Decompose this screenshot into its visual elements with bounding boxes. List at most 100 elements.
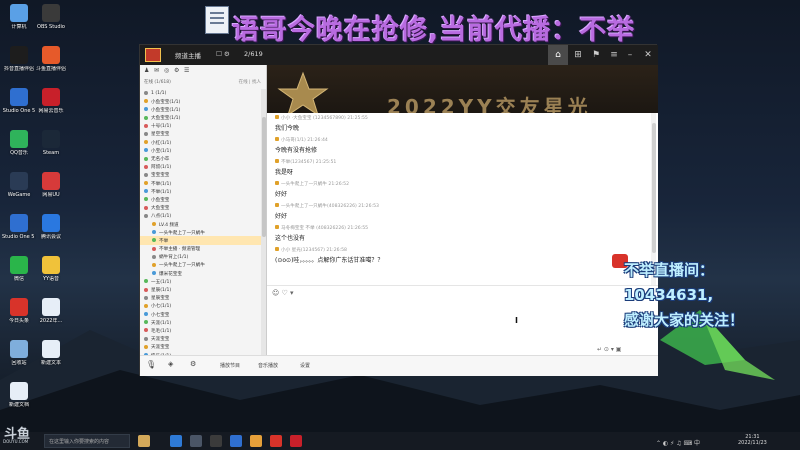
desktop-icon[interactable]: 抖音直播伴侣 [2, 46, 36, 72]
member-list-item[interactable]: 天涯宝宝 [140, 335, 261, 343]
bottom-item-program[interactable]: 播放节目 [220, 362, 240, 369]
member-list-item[interactable]: 大鱼宝宝 [140, 204, 261, 212]
sidebar-toolbar[interactable]: ♟ ✉ ◎ ⚙ ☰ [140, 65, 266, 77]
desktop-icon[interactable]: YY语音 [34, 256, 68, 282]
desktop-icon[interactable]: 回收站 [2, 340, 36, 366]
yy-app-window[interactable]: 频道主播 ☐ ⚙ 2/619 ⌂ ⊞ ⚑ ≡ – ✕ 2022YY交友星光 ♟ … [139, 44, 658, 376]
mic-icon[interactable]: 🎙 [146, 360, 156, 369]
member-list-item[interactable]: 十号(1/1) [140, 122, 261, 130]
chat-panel[interactable]: 小小 ·大鱼宝宝 (1234567890) 21:25:55 我们今晚 小马哥(1/… [267, 113, 658, 285]
message-sender[interactable]: 小小 ·大鱼宝宝 (1234567890) 21:25:55 [281, 116, 368, 121]
member-list-item[interactable]: 1 (1/1) [140, 89, 261, 97]
member-list-item[interactable]: 不举(1/1) [140, 187, 261, 195]
desktop-icon[interactable]: WeGame [2, 172, 36, 198]
channel-tools-icon[interactable]: ☐ ⚙ [216, 50, 230, 58]
taskbar-app-8-icon[interactable] [290, 435, 302, 447]
taskbar-app-6-icon[interactable] [250, 435, 262, 447]
chat-message[interactable]: 一头牛爬上了一只蜗牛 21:26:52 好好 [275, 181, 645, 198]
message-sender[interactable]: 一头牛爬上了一只蜗牛 21:26:52 [281, 182, 349, 187]
message-meta[interactable]: 不举(1234567) 21:25:51 [275, 159, 645, 165]
taskbar-app-3-icon[interactable] [190, 435, 202, 447]
chat-message[interactable]: 小小 星光(1234567) 21:26:58 (⊙o⊙)哇，。。。。点解你广东话… [275, 247, 645, 264]
sidebar-scrollbar[interactable] [261, 89, 266, 355]
taskbar-app-5-icon[interactable] [230, 435, 242, 447]
member-list-item[interactable]: 小七宝宝 [140, 310, 261, 318]
message-sender[interactable]: 一头牛爬上了一只蜗牛(408326226) 21:26:53 [281, 204, 379, 209]
desktop-icon[interactable]: 斗鱼直播伴侣 [34, 46, 68, 72]
taskbar-search[interactable]: 在这里输入你要搜索的内容 [44, 434, 130, 448]
desktop-icon[interactable]: 网易云音乐 [34, 88, 68, 114]
message-sender[interactable]: 小马哥(1/1) 21:26:44 [281, 138, 328, 143]
message-meta[interactable]: 小小 星光(1234567) 21:26:58 [275, 247, 645, 253]
member-list-item[interactable]: 一头牛爬上了一只蜗牛 [140, 261, 261, 269]
desktop-icon[interactable]: 计算机 [2, 4, 36, 30]
member-list-item[interactable]: 八点(1/1) [140, 212, 261, 220]
bottom-item-music[interactable]: 音乐播放 [258, 362, 278, 369]
member-list-item[interactable]: 小红(1/1) [140, 138, 261, 146]
member-list-item[interactable]: 小宝(1/1) [140, 146, 261, 154]
message-meta[interactable]: 小小 ·大鱼宝宝 (1234567890) 21:25:55 [275, 115, 645, 121]
member-list-item[interactable]: 天涯宝宝 [140, 343, 261, 351]
chat-message[interactable]: 一头牛爬上了一只蜗牛(408326226) 21:26:53 好好 [275, 203, 645, 220]
member-list-item[interactable]: 小鱼宝宝(1/1) [140, 105, 261, 113]
taskbar-app-2-icon[interactable] [170, 435, 182, 447]
member-list-item[interactable]: 毛毛(1/1) [140, 326, 261, 334]
desktop-icon[interactable]: Studio One 5 (64) [2, 214, 36, 240]
chat-message[interactable]: 不举(1234567) 21:25:51 我是呀 [275, 159, 645, 176]
message-sender[interactable]: 小小 星光(1234567) 21:26:58 [281, 248, 347, 253]
desktop-icon[interactable]: QQ音乐 [2, 130, 36, 156]
member-list-item[interactable]: 爆米花宝宝 [140, 269, 261, 277]
location-icon[interactable]: ◎ [164, 67, 169, 74]
member-list-item[interactable]: 宝宝宝宝 [140, 171, 261, 179]
close-button[interactable]: ✕ [638, 45, 658, 65]
member-list-item[interactable]: 星空宝宝 [140, 130, 261, 138]
member-list-item[interactable]: 天涯(1/1) [140, 318, 261, 326]
member-list-item[interactable]: 一五(1/1) [140, 277, 261, 285]
member-list-item[interactable]: 星辰(1/1) [140, 286, 261, 294]
member-list-item[interactable]: 星辰宝宝 [140, 294, 261, 302]
message-meta[interactable]: 一头牛爬上了一只蜗牛(408326226) 21:26:53 [275, 203, 645, 209]
member-sidebar[interactable]: ♟ ✉ ◎ ⚙ ☰ 在线 (1/618) 在线 | 找人 1 (1/1) 小鱼宝宝… [140, 65, 267, 355]
desktop-icon[interactable]: 网易UU [34, 172, 68, 198]
send-controls[interactable]: ↵ ⊙ ▾ ▣ [597, 346, 621, 353]
bottom-item-settings[interactable]: 设置 [300, 362, 310, 369]
find-user-link[interactable]: 在线 | 找人 [239, 79, 261, 85]
chat-message[interactable]: 小马哥(1/1) 21:26:44 今晚有没有抢修 [275, 137, 645, 154]
window-bottom-bar[interactable]: 🎙 ◈ ⚙ 播放节目 音乐播放 设置 [140, 355, 658, 376]
desktop-icon[interactable]: OBS Studio [34, 4, 68, 30]
member-list-item[interactable]: 不举 [140, 236, 261, 245]
member-list-item[interactable]: 蜗牛背上(1/1) [140, 253, 261, 261]
taskbar-app-1-icon[interactable] [138, 435, 150, 447]
gift-icon[interactable]: ⊞ [568, 45, 588, 65]
message-sender[interactable]: 马冬梅宝宝 不举 (408326226) 21:26:55 [281, 226, 368, 231]
member-list-item[interactable]: 一头牛爬上了一只蜗牛 [140, 228, 261, 236]
taskbar-app-4-icon[interactable] [210, 435, 222, 447]
minimize-button[interactable]: – [620, 45, 640, 65]
message-meta[interactable]: 小马哥(1/1) 21:26:44 [275, 137, 645, 143]
member-list-item[interactable]: LV.4 频道 [140, 220, 261, 228]
volume-icon[interactable]: ◈ [168, 360, 173, 368]
event-banner[interactable]: 2022YY交友星光 [267, 65, 658, 113]
desktop-icon[interactable]: 新建文档 [2, 382, 36, 408]
member-list-item[interactable]: 大鱼宝宝(1/1) [140, 114, 261, 122]
desktop-icon[interactable]: Steam [34, 130, 68, 156]
chat-message[interactable]: 马冬梅宝宝 不举 (408326226) 21:26:55 这个也没有 [275, 225, 645, 242]
user-icon[interactable]: ♟ [144, 67, 149, 74]
taskbar-app-7-icon[interactable] [270, 435, 282, 447]
desktop-icon[interactable]: 今日头条 [2, 298, 36, 324]
message-sender[interactable]: 不举(1234567) 21:25:51 [281, 160, 336, 165]
member-list-item[interactable]: 不举主播 · 频道管理 [140, 245, 261, 253]
message-meta[interactable]: 一头牛爬上了一只蜗牛 21:26:52 [275, 181, 645, 187]
emoji-icon[interactable]: ☺ ♡ ▾ [272, 289, 294, 297]
message-meta[interactable]: 马冬梅宝宝 不举 (408326226) 21:26:55 [275, 225, 645, 231]
taskbar-clock[interactable]: 21:31 2022/11/23 [738, 434, 767, 446]
member-list-item[interactable]: 无名小卒 [140, 155, 261, 163]
settings-icon-bottom[interactable]: ⚙ [190, 360, 196, 368]
member-list[interactable]: 1 (1/1) 小鱼宝宝(1/1) 小鱼宝宝(1/1) 大鱼宝宝(1/1) 十号(1/1… [140, 89, 261, 355]
desktop-icon[interactable]: 2022年... [34, 298, 68, 324]
message-input-area[interactable]: ☺ ♡ ▾ I ↵ ⊙ ▾ ▣ [267, 285, 658, 355]
member-list-item[interactable]: 小鱼宝宝 [140, 195, 261, 203]
game-icon[interactable]: ⚑ [586, 45, 606, 65]
window-titlebar[interactable]: 频道主播 ☐ ⚙ 2/619 ⌂ ⊞ ⚑ ≡ – ✕ [140, 45, 658, 65]
desktop-icon[interactable]: 腾讯会议 [34, 214, 68, 240]
